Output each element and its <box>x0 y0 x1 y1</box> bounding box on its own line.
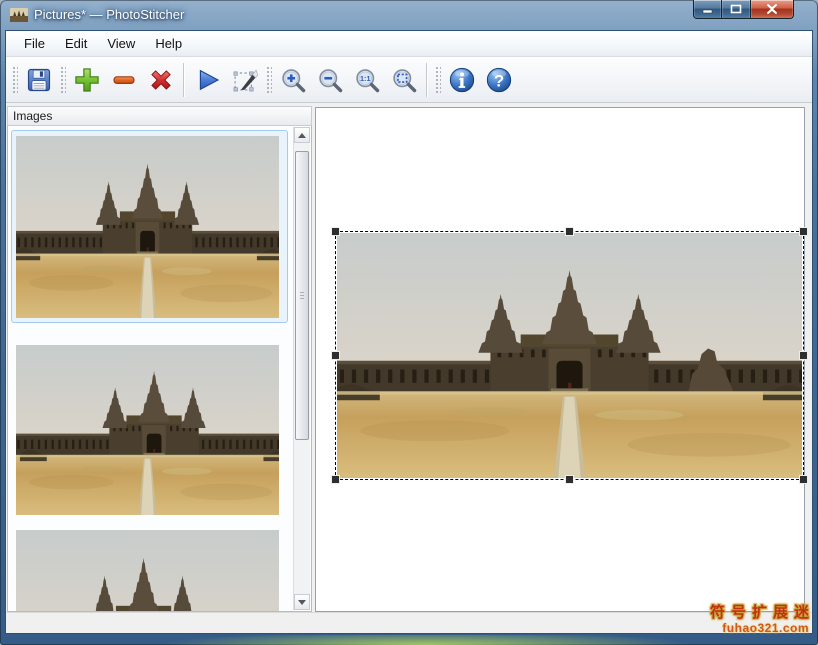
thumbnail-scrollbar[interactable] <box>293 127 310 610</box>
crop-button[interactable] <box>226 61 263 99</box>
maximize-icon <box>730 4 742 14</box>
menu-file[interactable]: File <box>14 31 55 56</box>
arrow-down-icon <box>298 600 306 605</box>
add-images-button[interactable] <box>68 61 105 99</box>
window-controls <box>693 0 794 19</box>
thumbnail-3[interactable] <box>11 524 288 612</box>
scroll-up-button[interactable] <box>294 127 310 143</box>
zoom-out-icon <box>316 66 344 94</box>
client-area: File Edit View Help <box>5 30 813 634</box>
title-bar[interactable]: Pictures* — PhotoStitcher <box>0 0 818 30</box>
zoom-in-button[interactable] <box>274 61 311 99</box>
minimize-button[interactable] <box>693 0 722 19</box>
menu-help[interactable]: Help <box>145 31 192 56</box>
menu-edit[interactable]: Edit <box>55 31 97 56</box>
app-window: Pictures* — PhotoStitcher File Edit View… <box>0 0 818 645</box>
toolbar: 1:1 ? <box>6 57 812 103</box>
remove-icon <box>110 66 138 94</box>
zoom-actual-button[interactable]: 1:1 <box>348 61 385 99</box>
stitched-panorama-image <box>337 233 802 478</box>
zoom-fit-button[interactable] <box>385 61 422 99</box>
help-button[interactable]: ? <box>480 61 517 99</box>
run-stitch-button[interactable] <box>189 61 226 99</box>
thumbnail-1-photo <box>16 136 279 318</box>
window-title: Pictures* — PhotoStitcher <box>34 0 184 30</box>
images-panel: Images <box>7 106 312 612</box>
thumbnail-1[interactable] <box>11 130 288 323</box>
stitch-canvas[interactable] <box>315 107 805 612</box>
help-icon: ? <box>485 66 513 94</box>
toolbar-grip[interactable] <box>11 65 18 95</box>
scroll-down-button[interactable] <box>294 594 310 610</box>
delete-all-button[interactable] <box>142 61 179 99</box>
thumbnail-2-photo <box>16 345 279 515</box>
maximize-button[interactable] <box>722 0 750 19</box>
minimize-icon <box>702 4 714 14</box>
zoom-fit-icon <box>390 66 418 94</box>
arrow-up-icon <box>298 133 306 138</box>
panorama-selection[interactable] <box>335 231 804 480</box>
scrollbar-thumb[interactable] <box>295 151 309 440</box>
delete-icon <box>147 66 175 94</box>
menu-bar: File Edit View Help <box>6 31 812 57</box>
zoom-actual-icon: 1:1 <box>353 66 381 94</box>
images-panel-title: Images <box>7 106 312 126</box>
crop-icon <box>231 66 259 94</box>
selection-handle-top-right[interactable] <box>800 228 807 235</box>
add-icon <box>73 66 101 94</box>
zoom-in-icon <box>279 66 307 94</box>
save-button[interactable] <box>20 61 57 99</box>
menu-view[interactable]: View <box>97 31 145 56</box>
toolbar-grip[interactable] <box>265 65 272 95</box>
toolbar-grip[interactable] <box>59 65 66 95</box>
selection-handle-mid-left[interactable] <box>332 352 339 359</box>
thumbnail-3-photo <box>16 530 279 612</box>
zoom-out-button[interactable] <box>311 61 348 99</box>
toolbar-separator <box>183 63 185 97</box>
play-icon <box>194 66 222 94</box>
info-button[interactable] <box>443 61 480 99</box>
info-icon <box>448 66 476 94</box>
selection-handle-mid-right[interactable] <box>800 352 807 359</box>
remove-image-button[interactable] <box>105 61 142 99</box>
selection-handle-top-left[interactable] <box>332 228 339 235</box>
svg-text:1:1: 1:1 <box>360 74 370 83</box>
selection-handle-bottom-left[interactable] <box>332 476 339 483</box>
thumbnail-2[interactable] <box>11 339 288 520</box>
close-button[interactable] <box>750 0 794 19</box>
toolbar-separator <box>426 63 428 97</box>
selection-handle-bottom-center[interactable] <box>566 476 573 483</box>
selection-handle-bottom-right[interactable] <box>800 476 807 483</box>
app-icon <box>10 8 28 22</box>
selection-handle-top-center[interactable] <box>566 228 573 235</box>
save-icon <box>25 66 53 94</box>
toolbar-grip[interactable] <box>434 65 441 95</box>
status-bar <box>6 612 812 633</box>
close-icon <box>766 4 778 14</box>
thumbnail-list <box>7 126 312 612</box>
svg-text:?: ? <box>493 71 503 90</box>
